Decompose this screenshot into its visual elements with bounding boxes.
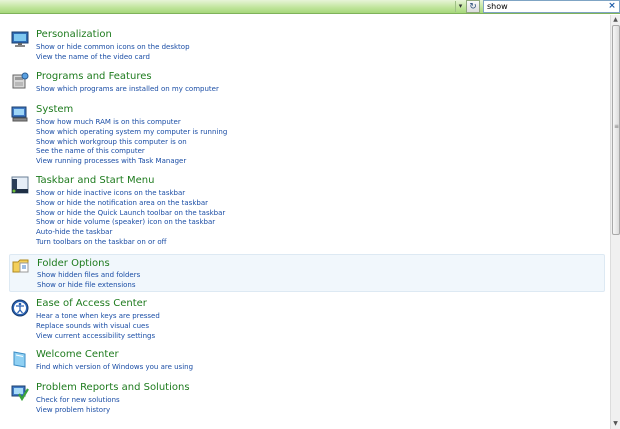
problem-reports-icon xyxy=(11,385,29,401)
task-link[interactable]: See the name of this computer xyxy=(36,147,227,157)
task-link[interactable]: Show or hide inactive icons on the taskb… xyxy=(36,189,225,199)
section-title[interactable]: Welcome Center xyxy=(36,349,119,360)
task-link[interactable]: Show which programs are installed on my … xyxy=(36,85,219,95)
scroll-thumb[interactable]: ≡ xyxy=(612,25,620,235)
task-link[interactable]: Replace sounds with visual cues xyxy=(36,322,160,332)
task-link[interactable]: Show or hide common icons on the desktop xyxy=(36,43,190,53)
task-link[interactable]: Show or hide volume (speaker) icon on th… xyxy=(36,218,225,228)
task-link[interactable]: Show hidden files and folders xyxy=(37,271,140,281)
task-link[interactable]: Hear a tone when keys are pressed xyxy=(36,312,160,322)
programs-features-icon xyxy=(12,72,29,89)
task-link[interactable]: Show or hide file extensions xyxy=(37,281,140,291)
task-link[interactable]: Show or hide the notification area on th… xyxy=(36,199,225,209)
scroll-up-icon[interactable]: ▲ xyxy=(611,15,620,25)
section-title[interactable]: Folder Options xyxy=(37,258,110,269)
task-link[interactable]: Auto-hide the taskbar xyxy=(36,228,225,238)
section-title[interactable]: Taskbar and Start Menu xyxy=(36,175,154,186)
vertical-scrollbar[interactable]: ▲ ≡ ▼ xyxy=(610,15,620,429)
result-group-system: System Show how much RAM is on this comp… xyxy=(9,104,605,166)
clear-search-icon[interactable]: × xyxy=(607,0,617,12)
result-group-folder-options: Folder Options Show hidden files and fol… xyxy=(9,254,605,292)
address-dropdown-button[interactable]: ▾ xyxy=(455,1,465,12)
system-icon xyxy=(11,106,28,122)
task-link[interactable]: View the name of the video card xyxy=(36,53,190,63)
result-group-programs-features: Programs and Features Show which program… xyxy=(9,71,605,95)
ease-of-access-icon xyxy=(11,299,29,317)
scroll-down-icon[interactable]: ▼ xyxy=(611,419,620,429)
top-bar: ▾ ↻ × xyxy=(0,0,620,14)
personalization-icon xyxy=(11,31,29,47)
taskbar-icon xyxy=(11,176,29,194)
scroll-grip-icon: ≡ xyxy=(614,123,620,130)
folder-options-icon xyxy=(12,259,29,273)
result-group-problem-reports: Problem Reports and Solutions Check for … xyxy=(9,382,605,416)
task-link[interactable]: Show how much RAM is on this computer xyxy=(36,118,227,128)
section-title[interactable]: Problem Reports and Solutions xyxy=(36,382,190,393)
section-title[interactable]: Personalization xyxy=(36,29,112,40)
search-input[interactable] xyxy=(487,1,605,12)
result-group-personalization: Personalization Show or hide common icon… xyxy=(9,29,605,63)
result-group-ease-of-access: Ease of Access Center Hear a tone when k… xyxy=(9,298,605,342)
result-group-taskbar: Taskbar and Start Menu Show or hide inac… xyxy=(9,175,605,247)
task-link[interactable]: Show which operating system my computer … xyxy=(36,128,227,138)
task-link[interactable]: Show which workgroup this computer is on xyxy=(36,138,227,148)
section-title[interactable]: System xyxy=(36,104,73,115)
result-group-welcome-center: Welcome Center Find which version of Win… xyxy=(9,349,605,373)
task-link[interactable]: View running processes with Task Manager xyxy=(36,157,227,167)
search-box[interactable]: × xyxy=(483,0,620,13)
task-link[interactable]: View current accessibility settings xyxy=(36,332,160,342)
welcome-center-icon xyxy=(13,351,26,368)
task-link[interactable]: Turn toolbars on the taskbar on or off xyxy=(36,238,225,248)
task-link[interactable]: Show or hide the Quick Launch toolbar on… xyxy=(36,209,225,219)
section-title[interactable]: Ease of Access Center xyxy=(36,298,147,309)
section-title[interactable]: Programs and Features xyxy=(36,71,152,82)
task-link[interactable]: Find which version of Windows you are us… xyxy=(36,363,193,373)
refresh-button[interactable]: ↻ xyxy=(466,0,480,13)
task-link[interactable]: View problem history xyxy=(36,406,120,416)
search-results: Personalization Show or hide common icon… xyxy=(0,15,610,429)
task-link[interactable]: Check for new solutions xyxy=(36,396,120,406)
